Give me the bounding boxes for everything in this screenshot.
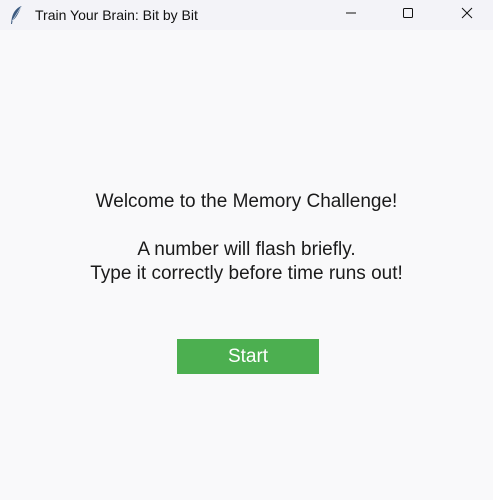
instruction-line-2: Type it correctly before time runs out!: [90, 263, 403, 284]
minimize-button[interactable]: [328, 0, 374, 30]
window-title: Train Your Brain: Bit by Bit: [35, 7, 198, 23]
title-bar[interactable]: Train Your Brain: Bit by Bit: [0, 0, 493, 30]
instruction-line-1: A number will flash briefly.: [137, 239, 356, 260]
start-button[interactable]: Start: [177, 339, 319, 374]
close-button[interactable]: [444, 0, 490, 30]
welcome-heading: Welcome to the Memory Challenge!: [95, 191, 398, 212]
close-icon: [461, 6, 473, 24]
app-window: Train Your Brain: Bit by Bit Welcome to …: [0, 0, 493, 500]
minimize-icon: [345, 6, 357, 24]
maximize-icon: [402, 6, 414, 24]
instructions-text: Welcome to the Memory Challenge! A numbe…: [0, 190, 493, 286]
feather-icon: [9, 5, 23, 25]
maximize-button[interactable]: [385, 0, 431, 30]
main-content: Welcome to the Memory Challenge! A numbe…: [0, 30, 493, 500]
